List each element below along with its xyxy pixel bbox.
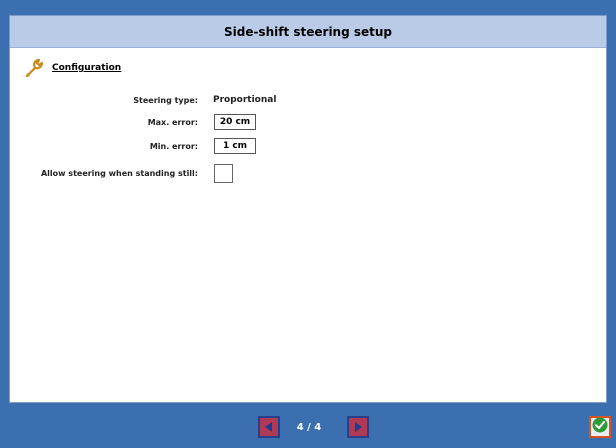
- next-page-button[interactable]: [347, 416, 369, 438]
- footer-bar: 4 / 4: [0, 405, 616, 448]
- arrow-left-icon: [263, 418, 275, 437]
- steering-type-label: Steering type:: [133, 95, 198, 105]
- dialog-title: Side-shift steering setup: [10, 16, 606, 48]
- min-error-row: Min. error: 1 cm: [10, 136, 608, 156]
- configuration-section-header[interactable]: Configuration: [24, 57, 121, 79]
- check-icon: [592, 417, 608, 437]
- steering-type-value[interactable]: Proportional: [213, 95, 276, 105]
- setup-dialog: Side-shift steering setup Configuration …: [9, 15, 607, 403]
- steering-type-row: Steering type: Proportional: [10, 90, 608, 110]
- wrench-icon: [24, 58, 46, 78]
- allow-standing-label: Allow steering when standing still:: [40, 168, 198, 178]
- allow-standing-row: Allow steering when standing still:: [10, 163, 608, 183]
- page-indicator: 4 / 4: [296, 421, 322, 433]
- max-error-label: Max. error:: [147, 117, 198, 127]
- prev-page-button[interactable]: [258, 416, 280, 438]
- arrow-right-icon: [352, 418, 364, 437]
- max-error-field[interactable]: 20 cm: [214, 114, 256, 130]
- allow-standing-checkbox[interactable]: [214, 163, 233, 183]
- min-error-label: Min. error:: [149, 141, 198, 151]
- min-error-field[interactable]: 1 cm: [214, 138, 256, 154]
- ok-button[interactable]: [589, 416, 611, 438]
- configuration-label: Configuration: [52, 63, 122, 73]
- max-error-row: Max. error: 20 cm: [10, 112, 608, 132]
